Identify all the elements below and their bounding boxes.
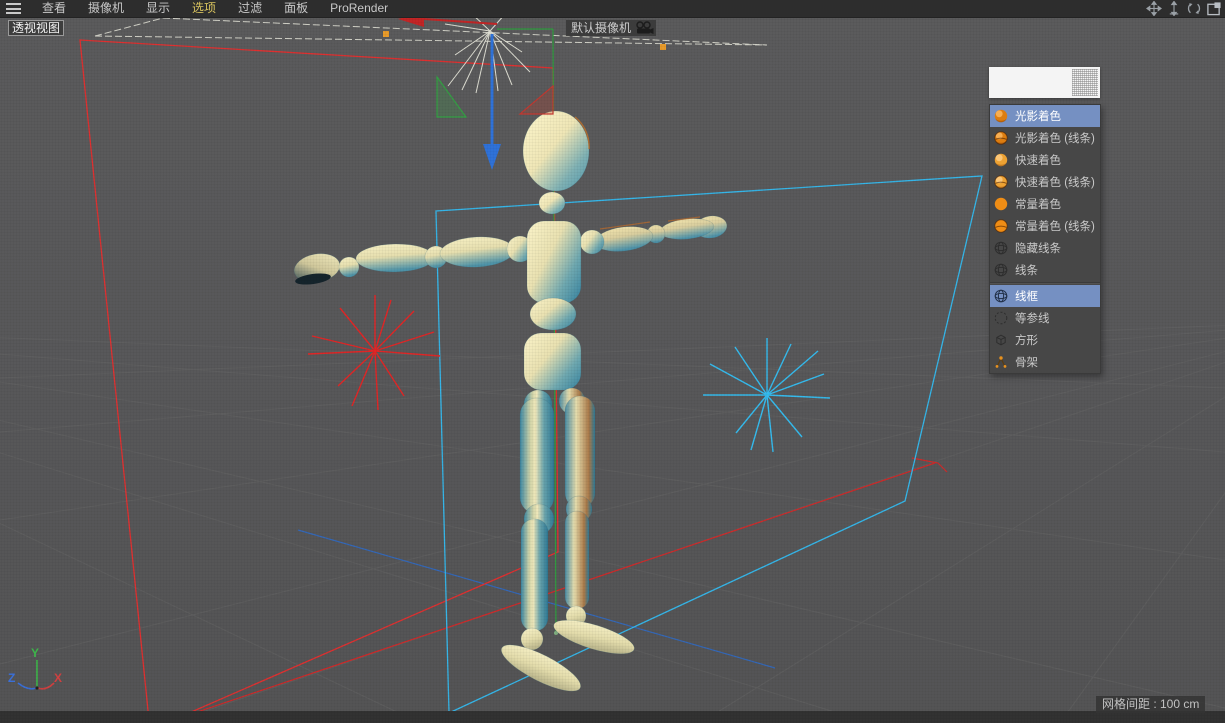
sphere-flat-icon	[994, 197, 1008, 211]
sphere-flat-lines-icon	[994, 219, 1008, 233]
menu-bar-item-0[interactable]: 查看	[31, 0, 77, 17]
z-axis-handle-arrow[interactable]	[483, 34, 501, 170]
display-menu-item-label: 骨架	[1015, 357, 1038, 369]
display-mode-menu: 光影着色光影着色 (线条) 快速着色快速着色 (线条) 常量着色常量着色 (线条) 隐…	[989, 104, 1101, 374]
mannequin-upperarm-left	[439, 236, 515, 268]
display-menu-item-5[interactable]: 常量着色 (线条)	[990, 215, 1100, 237]
display-menu-item-label: 线框	[1015, 291, 1038, 303]
viewport-name-label[interactable]: 透视视图	[8, 20, 65, 36]
mannequin-neck	[538, 191, 566, 215]
display-menu-item-0[interactable]: 光影着色	[990, 105, 1100, 127]
menu-separator	[990, 282, 1100, 284]
menu-bar-item-5[interactable]: 面板	[273, 0, 319, 17]
display-menu-item-11[interactable]: 骨架	[990, 351, 1100, 373]
display-menu-item-label: 常量着色	[1015, 199, 1061, 211]
viewport-nav-icons	[1146, 1, 1222, 16]
display-menu-item-label: 等参线	[1015, 313, 1050, 325]
display-menu-item-label: 方形	[1015, 335, 1038, 347]
wire-hidden-icon	[994, 241, 1008, 255]
blue-light-icon[interactable]	[703, 338, 831, 453]
world-grid	[0, 324, 1225, 711]
axis-z-label: Z	[8, 671, 16, 685]
display-menu-item-9[interactable]: 等参线	[990, 307, 1100, 329]
axis-x-label: X	[54, 671, 63, 685]
display-menu-item-1[interactable]: 光影着色 (线条)	[990, 127, 1100, 149]
display-menu-item-8[interactable]: 线框	[990, 285, 1100, 307]
mannequin-shin-left	[520, 518, 549, 632]
axis-y-label: Y	[31, 646, 40, 660]
material-preview-swatch	[989, 67, 1100, 98]
display-menu-item-label: 光影着色	[1015, 111, 1061, 123]
camera-name-label[interactable]: 默认摄像机	[566, 20, 657, 36]
viewport-menu-bar: 查看 摄像机 显示 选项 过滤 面板 ProRender	[0, 0, 1225, 18]
menu-bar-item-4[interactable]: 过滤	[227, 0, 273, 17]
camera-name-text: 默认摄像机	[571, 21, 632, 35]
display-menu-item-label: 快速着色 (线条)	[1015, 177, 1095, 189]
mannequin-waist	[529, 297, 577, 331]
display-menu-item-label: 常量着色 (线条)	[1015, 221, 1095, 233]
wireframe-icon	[994, 289, 1008, 303]
menu-bar-item-6[interactable]: ProRender	[319, 0, 399, 17]
display-menu-item-2[interactable]: 快速着色	[990, 149, 1100, 171]
sphere-shaded-lines-icon	[994, 131, 1008, 145]
display-menu-item-6[interactable]: 隐藏线条	[990, 237, 1100, 259]
handle-dot[interactable]	[660, 44, 666, 50]
green-falloff-handle[interactable]	[436, 75, 468, 118]
sphere-quick-icon	[994, 153, 1008, 167]
grid-spacing-label: 网格间距 : 100 cm	[1096, 696, 1206, 713]
display-menu-item-label: 快速着色	[1015, 155, 1061, 167]
camera-icon	[636, 21, 654, 34]
skeleton-icon	[994, 355, 1008, 369]
c4d-viewport-window: 查看 摄像机 显示 选项 过滤 面板 ProRender 透视视图 默认摄像机 …	[0, 0, 1225, 723]
box-icon	[994, 333, 1008, 347]
menu-bar-item-3[interactable]: 选项	[181, 0, 227, 17]
mannequin-chest	[526, 220, 582, 304]
mannequin-shin-right	[564, 510, 590, 610]
display-menu-item-10[interactable]: 方形	[990, 329, 1100, 351]
display-menu-item-label: 光影着色 (线条)	[1015, 133, 1095, 145]
noise-texture-patch	[1072, 69, 1098, 96]
sphere-quick-lines-icon	[994, 175, 1008, 189]
wire-lines-icon	[994, 263, 1008, 277]
display-menu-item-7[interactable]: 线条	[990, 259, 1100, 281]
red-falloff-handle[interactable]	[518, 84, 554, 115]
menu-bar-items: 查看 摄像机 显示 选项 过滤 面板 ProRender	[31, 0, 399, 17]
hamburger-menu-icon[interactable]	[6, 3, 21, 14]
mannequin-head	[522, 110, 590, 192]
isoparms-icon	[994, 311, 1008, 325]
rotate-view-icon[interactable]	[1186, 1, 1202, 16]
display-menu-item-3[interactable]: 快速着色 (线条)	[990, 171, 1100, 193]
toggle-layout-icon[interactable]	[1206, 1, 1222, 16]
white-light-plane[interactable]	[94, 17, 768, 46]
display-menu-item-label: 线条	[1015, 265, 1038, 277]
orientation-axes-gizmo	[17, 660, 55, 690]
menu-bar-item-1[interactable]: 摄像机	[77, 0, 135, 17]
display-menu-item-4[interactable]: 常量着色	[990, 193, 1100, 215]
pan-view-icon[interactable]	[1146, 1, 1162, 16]
red-area-light-frame[interactable]	[79, 39, 559, 723]
mannequin-thigh-left	[519, 397, 555, 515]
red-light-icon[interactable]	[307, 295, 441, 411]
mannequin-thigh-right	[564, 395, 596, 509]
mannequin-pelvis	[523, 332, 582, 391]
viewport-bottom-edge	[0, 711, 1225, 723]
display-menu-item-label: 隐藏线条	[1015, 243, 1061, 255]
mannequin-forearm-left	[355, 243, 435, 273]
sphere-shaded-icon	[994, 109, 1008, 123]
dolly-view-icon[interactable]	[1166, 1, 1182, 16]
handle-dot[interactable]	[383, 31, 389, 37]
mannequin-foot-right	[553, 619, 635, 655]
menu-bar-item-2[interactable]: 显示	[135, 0, 181, 17]
